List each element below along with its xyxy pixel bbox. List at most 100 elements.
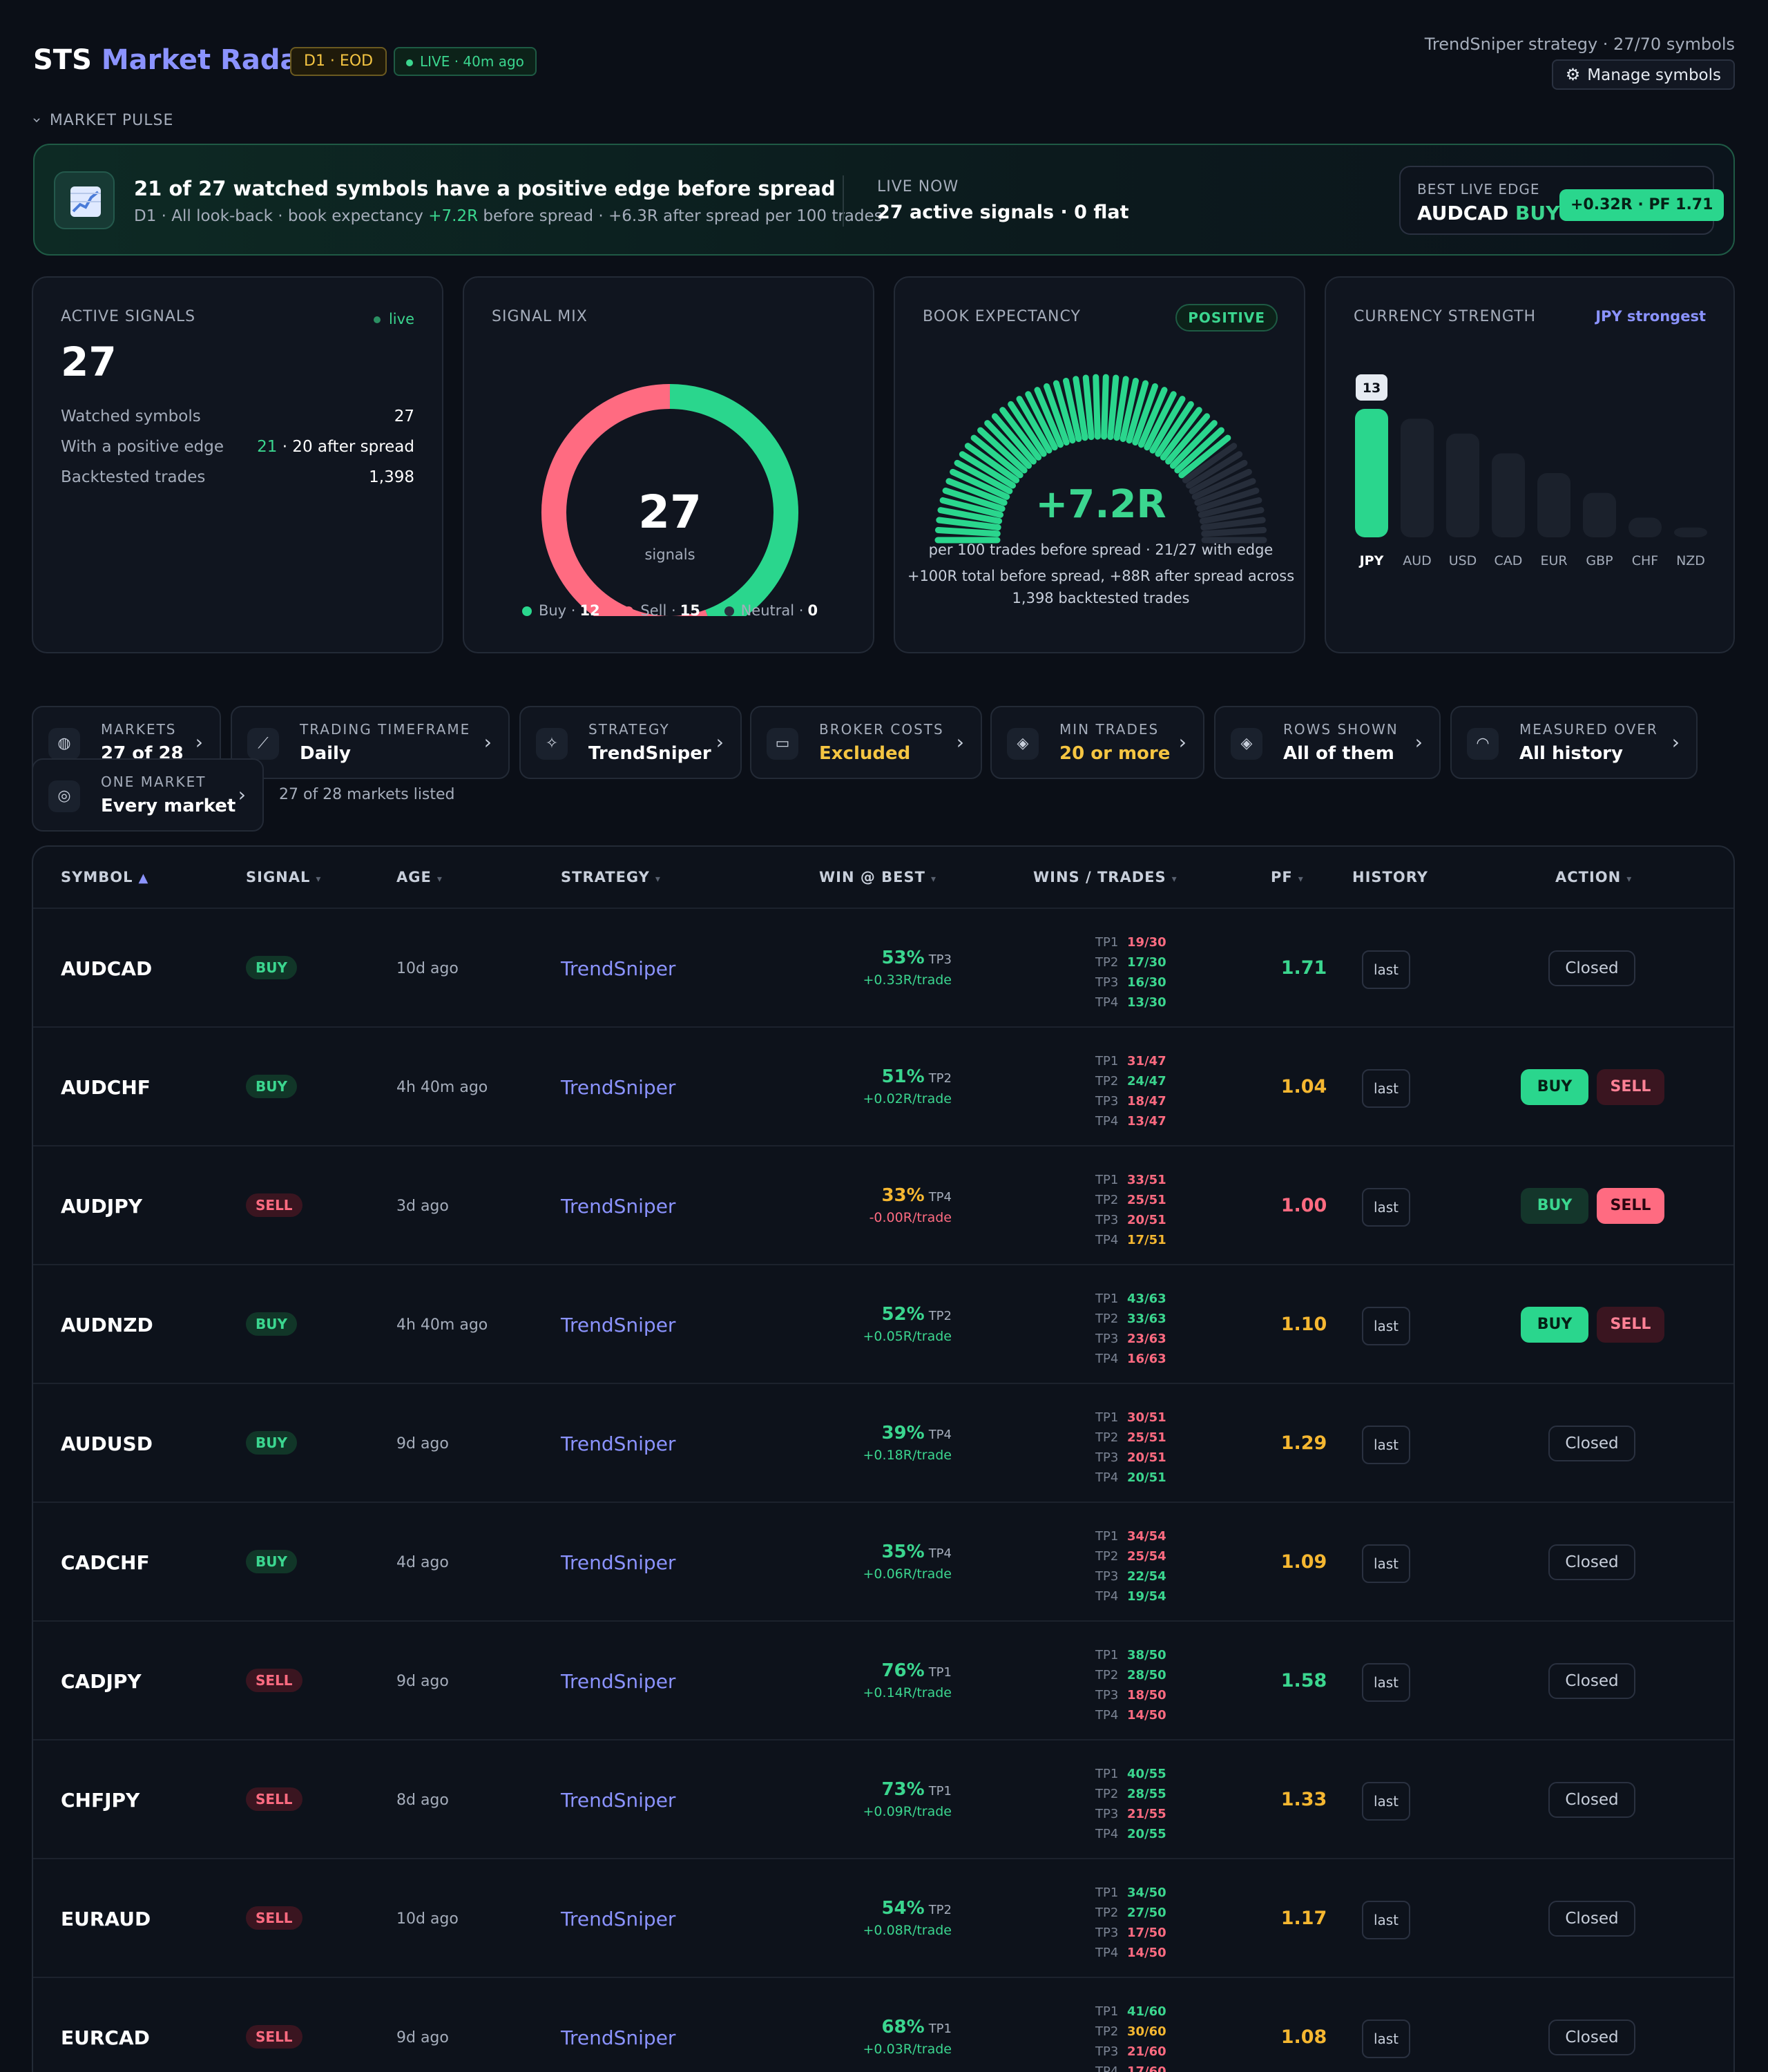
- book-caption: +100R total before spread, +88R after sp…: [907, 568, 1295, 584]
- history-button[interactable]: last: [1362, 1782, 1410, 1821]
- stat-row: With a positive edge 21 · 20 after spread: [61, 438, 414, 459]
- header-wins-trades[interactable]: WINS / TRADES ▾: [1033, 869, 1178, 885]
- filter-value: All of them: [1283, 743, 1394, 764]
- filter-min-trades[interactable]: ◈ MIN TRADES 20 or more ›: [990, 706, 1204, 779]
- sort-asc-icon: ▲: [138, 871, 149, 885]
- tp-label: TP2: [1095, 1549, 1119, 1564]
- strategy-link[interactable]: TrendSniper: [561, 957, 675, 980]
- wins-trades-cell: TP1 34/54 TP2 25/54 TP3 22/54 TP4 19/54: [1095, 1526, 1166, 1606]
- sell-button[interactable]: SELL: [1597, 1307, 1664, 1343]
- filter-strategy[interactable]: ✧ STRATEGY TrendSniper ›: [519, 706, 742, 779]
- strategy-link[interactable]: TrendSniper: [561, 1314, 675, 1336]
- manage-symbols-button[interactable]: ⚙ Manage symbols: [1551, 59, 1735, 90]
- strategy-link[interactable]: TrendSniper: [561, 1908, 675, 1930]
- history-button[interactable]: last: [1362, 1663, 1410, 1702]
- history-button[interactable]: last: [1362, 1307, 1410, 1345]
- closed-button[interactable]: Closed: [1548, 1782, 1635, 1818]
- table-row[interactable]: AUDJPY SELL 3d ago TrendSniper 33% TP4 -0.00R/…: [33, 1145, 1733, 1264]
- legend-sell: Sell · 15: [624, 602, 700, 619]
- tp-line: TP3 17/50: [1095, 1923, 1166, 1943]
- legend-sell-dot: [624, 606, 634, 616]
- tp-label: TP3: [1095, 1094, 1119, 1109]
- buy-button[interactable]: BUY: [1521, 1188, 1588, 1224]
- table-row[interactable]: AUDCHF BUY 4h 40m ago TrendSniper 51% TP2 +0.0…: [33, 1026, 1733, 1145]
- wins-trades-cell: TP1 33/51 TP2 25/51 TP3 20/51 TP4 17/51: [1095, 1170, 1166, 1250]
- age-cell: 9d ago: [396, 2029, 449, 2046]
- history-button[interactable]: last: [1362, 2020, 1410, 2058]
- history-button[interactable]: last: [1362, 1188, 1410, 1227]
- strategy-link[interactable]: TrendSniper: [561, 1789, 675, 1812]
- currency-strength-chart: JPY 13 AUD USD CAD EUR GBP CHF NZD: [1355, 374, 1707, 568]
- table-row[interactable]: CADCHF BUY 4d ago TrendSniper 35% TP4 +0.06R/t…: [33, 1502, 1733, 1620]
- market-pulse-toggle[interactable]: › MARKET PULSE: [28, 112, 173, 129]
- live-now-value: 27 active signals · 0 flat: [877, 202, 1129, 223]
- tp-line: TP1 40/55: [1095, 1764, 1166, 1784]
- filter-trading-timeframe[interactable]: ⟋ TRADING TIMEFRAME Daily ›: [231, 706, 510, 779]
- filter-rows-shown[interactable]: ◈ ROWS SHOWN All of them ›: [1214, 706, 1441, 779]
- tp-label: TP2: [1095, 1074, 1119, 1088]
- win-percent: 76%: [881, 1660, 925, 1681]
- history-button[interactable]: last: [1362, 1544, 1410, 1583]
- filter-measured-over[interactable]: ◠ MEASURED OVER All history ›: [1450, 706, 1698, 779]
- table-row[interactable]: CADJPY SELL 9d ago TrendSniper 76% TP1 +0.14R/…: [33, 1620, 1733, 1739]
- strategy-link[interactable]: TrendSniper: [561, 1670, 675, 1693]
- sell-button[interactable]: SELL: [1597, 1188, 1664, 1224]
- history-button[interactable]: last: [1362, 1426, 1410, 1464]
- closed-button[interactable]: Closed: [1548, 1901, 1635, 1937]
- closed-button[interactable]: Closed: [1548, 2020, 1635, 2055]
- strength-label: AUD: [1403, 553, 1432, 568]
- header-symbol[interactable]: SYMBOL ▲: [61, 869, 148, 885]
- strategy-link[interactable]: TrendSniper: [561, 2026, 675, 2049]
- history-button[interactable]: last: [1362, 950, 1410, 989]
- tp-line: TP1 33/51: [1095, 1170, 1166, 1190]
- header-pf[interactable]: PF ▾: [1271, 869, 1304, 885]
- filter-broker-costs[interactable]: ▭ BROKER COSTS Excluded ›: [750, 706, 982, 779]
- tp-line: TP2 17/30: [1095, 952, 1166, 972]
- table-row[interactable]: AUDNZD BUY 4h 40m ago TrendSniper 52% TP2 +0.0…: [33, 1264, 1733, 1383]
- closed-button[interactable]: Closed: [1548, 950, 1635, 986]
- header-age[interactable]: AGE ▾: [396, 869, 443, 885]
- table-row[interactable]: EURAUD SELL 10d ago TrendSniper 54% TP2 +0.08R…: [33, 1858, 1733, 1977]
- history-button[interactable]: last: [1362, 1901, 1410, 1939]
- tp-label: TP3: [1095, 1569, 1119, 1584]
- table-row[interactable]: EURCAD SELL 9d ago TrendSniper 68% TP1 +0.03R/…: [33, 1977, 1733, 2072]
- table-row[interactable]: AUDUSD BUY 9d ago TrendSniper 39% TP4 +0.18R/t…: [33, 1383, 1733, 1502]
- gear-icon: ⚙: [1565, 65, 1581, 84]
- tp-value: 28/50: [1127, 1668, 1166, 1682]
- filter-value: All history: [1519, 743, 1623, 764]
- strategy-link[interactable]: TrendSniper: [561, 1195, 675, 1218]
- header-strategy[interactable]: STRATEGY ▾: [561, 869, 661, 885]
- sell-button[interactable]: SELL: [1597, 1069, 1664, 1105]
- buy-button[interactable]: BUY: [1521, 1307, 1588, 1343]
- wins-trades-cell: TP1 34/50 TP2 27/50 TP3 17/50 TP4 14/50: [1095, 1883, 1166, 1963]
- best-live-edge-card[interactable]: BEST LIVE EDGE AUDCAD BUY +0.32R · PF 1.…: [1399, 166, 1724, 235]
- filter-label: MARKETS: [101, 721, 177, 738]
- strategy-link[interactable]: TrendSniper: [561, 1432, 675, 1455]
- header-win[interactable]: WIN @ BEST ▾: [819, 869, 936, 885]
- closed-button[interactable]: Closed: [1548, 1426, 1635, 1461]
- r-per-trade: +0.06R/trade: [863, 1566, 952, 1582]
- closed-button[interactable]: Closed: [1548, 1544, 1635, 1580]
- table-row[interactable]: AUDCAD BUY 10d ago TrendSniper 53% TP3 +0.33R/…: [33, 908, 1733, 1026]
- profit-factor: 1.09: [1280, 1551, 1327, 1573]
- history-button[interactable]: last: [1362, 1069, 1410, 1108]
- header-action[interactable]: ACTION ▾: [1555, 869, 1632, 885]
- legend-buy: Buy · 12: [521, 602, 600, 619]
- age-cell: 3d ago: [396, 1198, 449, 1215]
- strategy-link[interactable]: TrendSniper: [561, 1551, 675, 1574]
- tp-value: 20/51: [1127, 1470, 1166, 1485]
- closed-button[interactable]: Closed: [1548, 1663, 1635, 1699]
- header-signal[interactable]: SIGNAL ▾: [246, 869, 321, 885]
- header-label: HISTORY: [1352, 869, 1428, 885]
- strategy-link[interactable]: TrendSniper: [561, 1076, 675, 1099]
- chart-line-icon: ⟋: [247, 728, 279, 760]
- tp-value: 25/51: [1127, 1430, 1166, 1445]
- tp-value: 34/50: [1127, 1886, 1166, 1900]
- stat-value-text: 27: [394, 407, 414, 425]
- filter-one-market[interactable]: ◎ ONE MARKET Every market ›: [32, 758, 264, 832]
- age-cell: 4d ago: [396, 1554, 449, 1571]
- chevron-down-icon: ›: [28, 117, 46, 124]
- buy-button[interactable]: BUY: [1521, 1069, 1588, 1105]
- chevron-right-icon: ›: [1178, 731, 1186, 754]
- table-row[interactable]: CHFJPY SELL 8d ago TrendSniper 73% TP1 +0.09R/…: [33, 1739, 1733, 1858]
